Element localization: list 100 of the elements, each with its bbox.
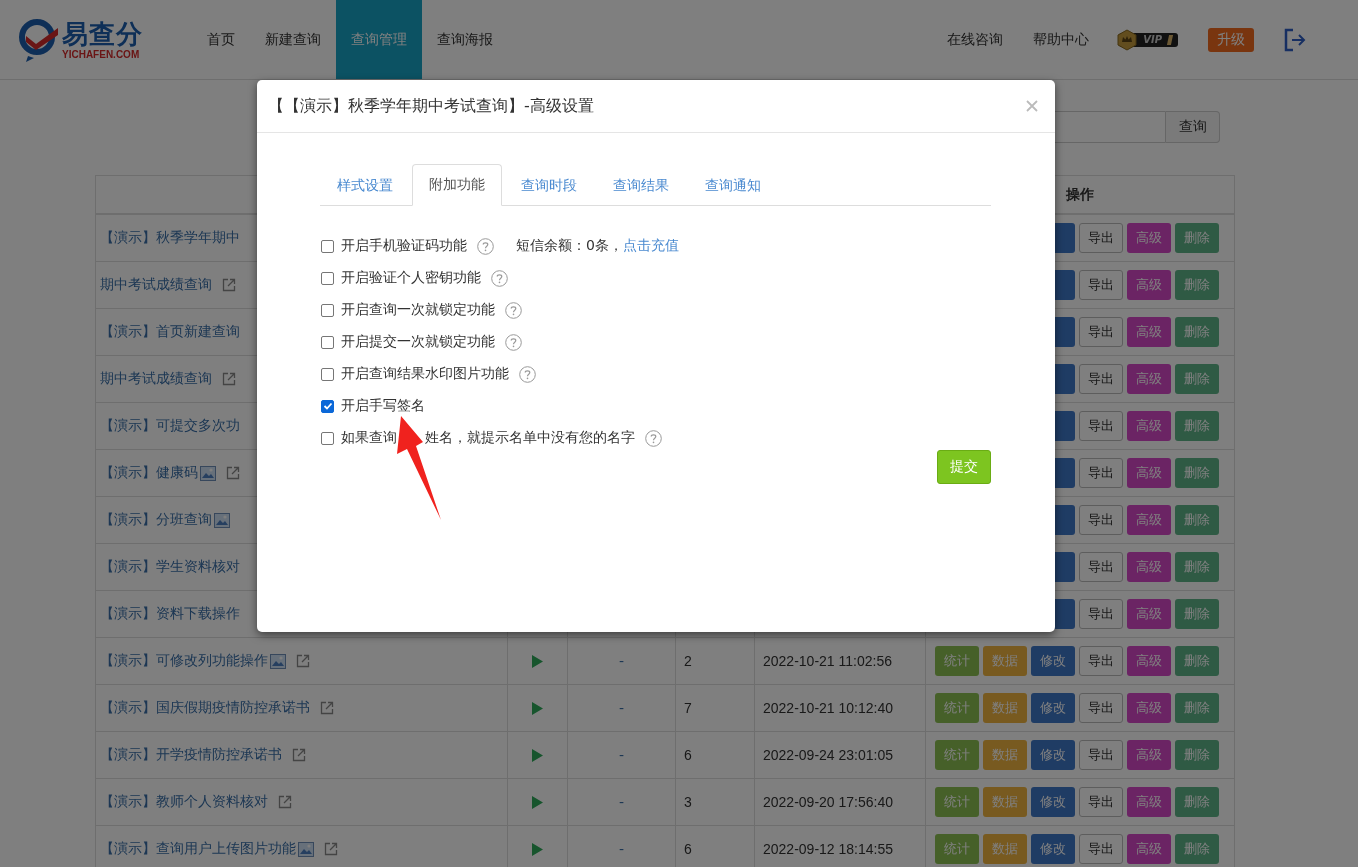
export-button[interactable]: 导出 xyxy=(1079,411,1123,441)
delete-button[interactable]: 删除 xyxy=(1175,693,1219,723)
edit-button[interactable]: 修改 xyxy=(1031,787,1075,817)
external-link-icon[interactable] xyxy=(222,278,236,292)
stats-button[interactable]: 统计 xyxy=(935,740,979,770)
help-icon[interactable] xyxy=(505,301,522,319)
export-button[interactable]: 导出 xyxy=(1079,740,1123,770)
query-link[interactable]: 【演示】首页新建查询 xyxy=(100,323,240,341)
external-link-icon[interactable] xyxy=(292,748,306,762)
stats-button[interactable]: 统计 xyxy=(935,646,979,676)
query-link[interactable]: 【演示】查询用户上传图片功能 xyxy=(100,840,296,858)
delete-button[interactable]: 删除 xyxy=(1175,599,1219,629)
delete-button[interactable]: 删除 xyxy=(1175,411,1219,441)
advanced-button[interactable]: 高级 xyxy=(1127,740,1171,770)
external-link-icon[interactable] xyxy=(324,842,338,856)
advanced-button[interactable]: 高级 xyxy=(1127,458,1171,488)
checkbox[interactable] xyxy=(321,335,334,349)
query-link[interactable]: 【演示】可提交多次功 xyxy=(100,417,240,435)
tab[interactable]: 附加功能 xyxy=(412,164,502,206)
play-icon[interactable] xyxy=(532,842,543,856)
advanced-button[interactable]: 高级 xyxy=(1127,270,1171,300)
data-button[interactable]: 数据 xyxy=(983,834,1027,864)
export-button[interactable]: 导出 xyxy=(1079,834,1123,864)
submit-button[interactable]: 提交 xyxy=(937,450,991,484)
query-link[interactable]: 【演示】国庆假期疫情防控承诺书 xyxy=(100,699,310,717)
upgrade-button[interactable]: 升级 xyxy=(1208,27,1254,52)
delete-button[interactable]: 删除 xyxy=(1175,458,1219,488)
advanced-button[interactable]: 高级 xyxy=(1127,364,1171,394)
play-icon[interactable] xyxy=(532,654,543,668)
help-icon[interactable] xyxy=(505,333,522,351)
edit-button[interactable]: 修改 xyxy=(1031,646,1075,676)
stats-button[interactable]: 统计 xyxy=(935,693,979,723)
nav-item[interactable]: 新建查询 xyxy=(250,0,336,79)
advanced-button[interactable]: 高级 xyxy=(1127,646,1171,676)
checkbox[interactable] xyxy=(321,303,334,317)
nav-item[interactable]: 首页 xyxy=(192,0,250,79)
external-link-icon[interactable] xyxy=(296,654,310,668)
delete-button[interactable]: 删除 xyxy=(1175,505,1219,535)
query-link[interactable]: 期中考试成绩查询 xyxy=(100,370,212,388)
export-button[interactable]: 导出 xyxy=(1079,364,1123,394)
advanced-button[interactable]: 高级 xyxy=(1127,599,1171,629)
help-icon[interactable] xyxy=(645,429,662,447)
query-link[interactable]: 【演示】分班查询 xyxy=(100,511,212,529)
data-button[interactable]: 数据 xyxy=(983,787,1027,817)
export-button[interactable]: 导出 xyxy=(1079,505,1123,535)
export-button[interactable]: 导出 xyxy=(1079,270,1123,300)
delete-button[interactable]: 删除 xyxy=(1175,834,1219,864)
query-link[interactable]: 【演示】秋季学年期中 xyxy=(100,229,240,247)
edit-button[interactable]: 修改 xyxy=(1031,740,1075,770)
tab[interactable]: 样式设置 xyxy=(320,164,410,207)
help-icon[interactable] xyxy=(477,237,494,255)
query-link[interactable]: 【演示】学生资料核对 xyxy=(100,558,240,576)
logout-icon[interactable] xyxy=(1284,27,1306,52)
delete-button[interactable]: 删除 xyxy=(1175,270,1219,300)
delete-button[interactable]: 删除 xyxy=(1175,552,1219,582)
advanced-button[interactable]: 高级 xyxy=(1127,693,1171,723)
checkbox[interactable] xyxy=(321,271,334,285)
export-button[interactable]: 导出 xyxy=(1079,223,1123,253)
data-button[interactable]: 数据 xyxy=(983,646,1027,676)
query-link[interactable]: 【演示】教师个人资料核对 xyxy=(100,793,268,811)
external-link-icon[interactable] xyxy=(226,466,240,480)
tab[interactable]: 查询通知 xyxy=(688,164,778,207)
delete-button[interactable]: 删除 xyxy=(1175,740,1219,770)
tab[interactable]: 查询结果 xyxy=(596,164,686,207)
export-button[interactable]: 导出 xyxy=(1079,552,1123,582)
advanced-button[interactable]: 高级 xyxy=(1127,411,1171,441)
export-button[interactable]: 导出 xyxy=(1079,458,1123,488)
checkbox[interactable] xyxy=(321,431,334,445)
close-icon[interactable] xyxy=(1026,100,1038,112)
delete-button[interactable]: 删除 xyxy=(1175,364,1219,394)
stats-button[interactable]: 统计 xyxy=(935,834,979,864)
help-icon[interactable] xyxy=(519,365,536,383)
play-icon[interactable] xyxy=(532,701,543,715)
checkbox[interactable] xyxy=(321,399,334,413)
delete-button[interactable]: 删除 xyxy=(1175,787,1219,817)
recharge-link[interactable]: 点击充值 xyxy=(622,237,679,255)
export-button[interactable]: 导出 xyxy=(1079,693,1123,723)
export-button[interactable]: 导出 xyxy=(1079,787,1123,817)
data-button[interactable]: 数据 xyxy=(983,693,1027,723)
query-link[interactable]: 【演示】开学疫情防控承诺书 xyxy=(100,746,282,764)
advanced-button[interactable]: 高级 xyxy=(1127,552,1171,582)
checkbox[interactable] xyxy=(321,367,334,381)
advanced-button[interactable]: 高级 xyxy=(1127,317,1171,347)
query-link[interactable]: 【演示】健康码 xyxy=(100,464,198,482)
data-button[interactable]: 数据 xyxy=(983,740,1027,770)
play-icon[interactable] xyxy=(532,748,543,762)
advanced-button[interactable]: 高级 xyxy=(1127,223,1171,253)
export-button[interactable]: 导出 xyxy=(1079,646,1123,676)
export-button[interactable]: 导出 xyxy=(1079,317,1123,347)
header-link[interactable]: 帮助中心 xyxy=(1033,30,1090,49)
external-link-icon[interactable] xyxy=(320,701,334,715)
query-link[interactable]: 期中考试成绩查询 xyxy=(100,276,212,294)
advanced-button[interactable]: 高级 xyxy=(1127,834,1171,864)
stats-button[interactable]: 统计 xyxy=(935,787,979,817)
edit-button[interactable]: 修改 xyxy=(1031,834,1075,864)
play-icon[interactable] xyxy=(532,795,543,809)
query-link[interactable]: 【演示】可修改列功能操作 xyxy=(100,652,268,670)
tab[interactable]: 查询时段 xyxy=(504,164,594,207)
external-link-icon[interactable] xyxy=(222,372,236,386)
delete-button[interactable]: 删除 xyxy=(1175,317,1219,347)
